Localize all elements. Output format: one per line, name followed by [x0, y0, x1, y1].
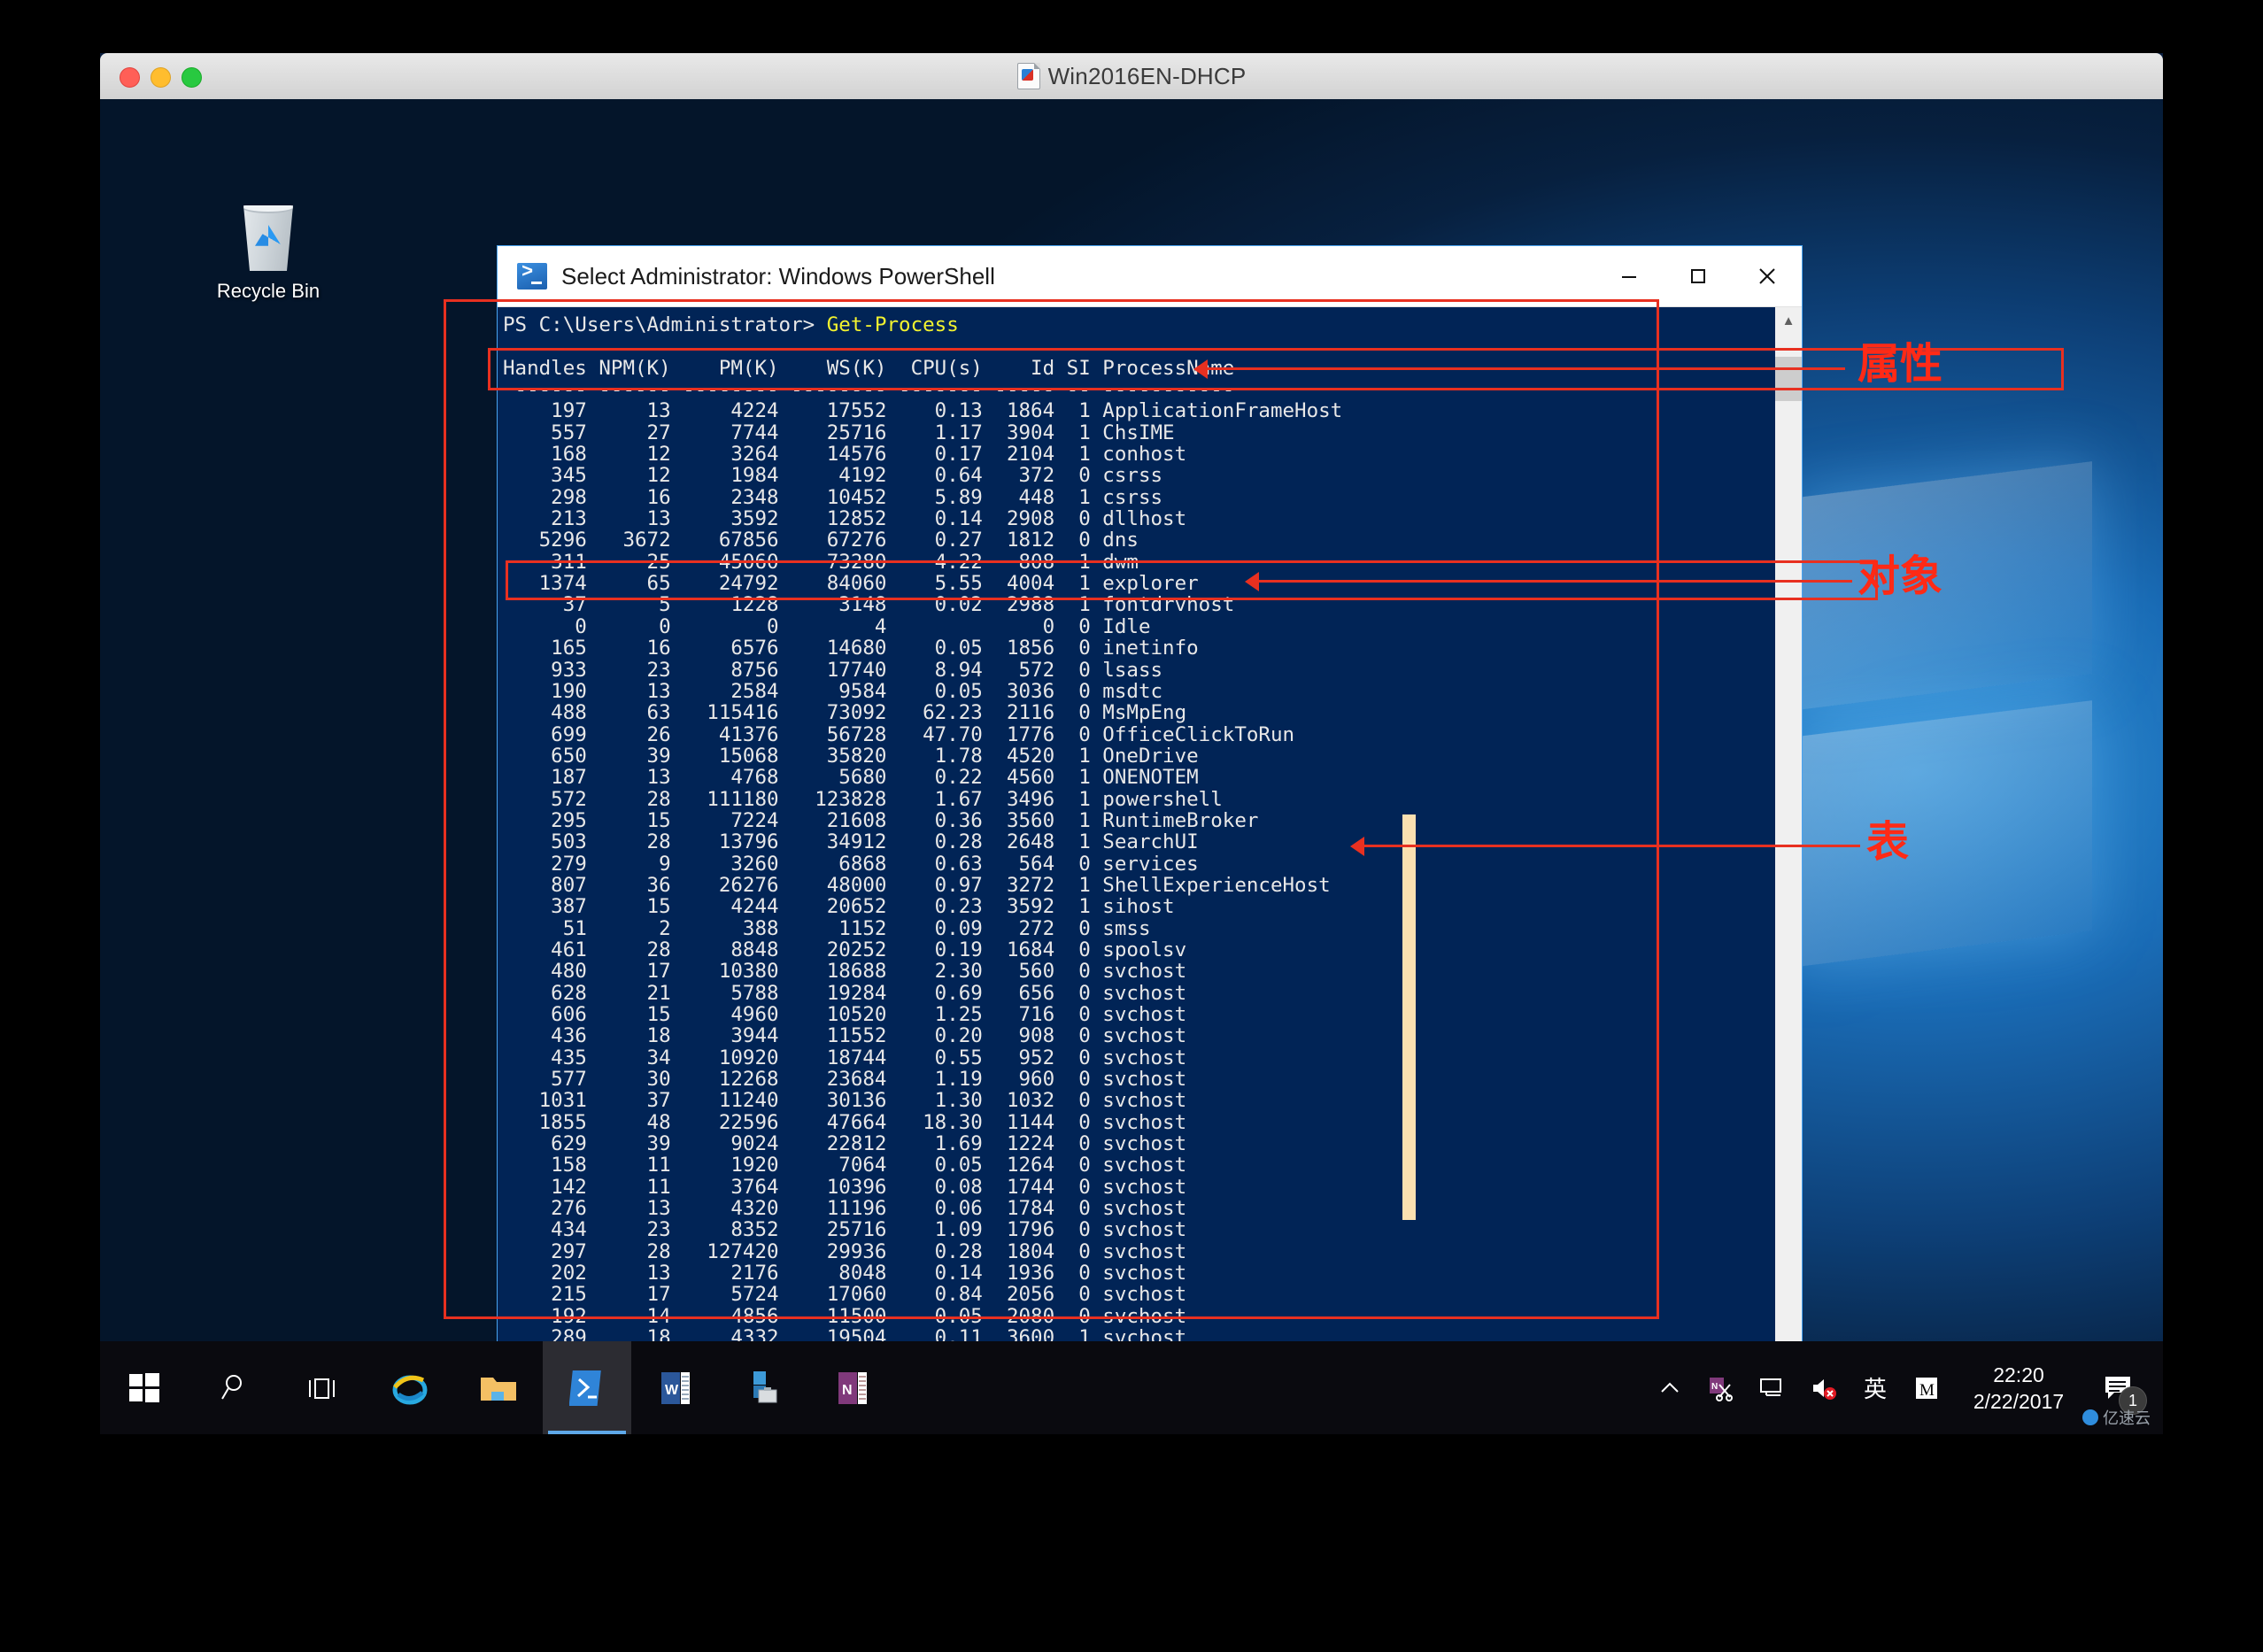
internet-explorer-button[interactable] [366, 1341, 454, 1434]
server-manager-button[interactable] [720, 1341, 808, 1434]
file-explorer-button[interactable] [454, 1341, 543, 1434]
svg-text:N: N [842, 1383, 853, 1398]
powershell-title-bar[interactable]: Select Administrator: Windows PowerShell [498, 246, 1802, 307]
ime-mode-indicator[interactable]: M [1901, 1341, 1952, 1434]
onenote-icon: N [838, 1371, 867, 1404]
scroll-up-icon[interactable]: ▲ [1775, 307, 1802, 334]
microsoft-onenote-button[interactable]: N [808, 1341, 897, 1434]
virtual-machine-window: Win2016EN-DHCP Recycle Bin Select Admini… [100, 53, 2163, 1434]
svg-text:M: M [1919, 1381, 1935, 1400]
maximize-button[interactable] [1664, 246, 1733, 306]
console-scrollbar[interactable]: ▲ ▼ [1775, 307, 1802, 1365]
mac-title-bar: Win2016EN-DHCP [100, 53, 2163, 100]
source-watermark: 亿速云 [2082, 1406, 2151, 1429]
annotation-box-table [444, 299, 1659, 1319]
source-watermark-text: 亿速云 [2103, 1409, 2151, 1427]
powershell-window-controls [1595, 246, 1802, 306]
powershell-icon [569, 1370, 601, 1406]
onenote-clipper-tray-icon[interactable]: N [1695, 1341, 1747, 1434]
start-button[interactable] [100, 1341, 189, 1434]
microsoft-word-button[interactable]: W [631, 1341, 720, 1434]
annotation-arrow-properties [1193, 359, 1208, 379]
show-hidden-icons-button[interactable] [1644, 1341, 1695, 1434]
vm-document-icon [1016, 63, 1040, 89]
close-button[interactable] [1733, 246, 1802, 306]
minimize-button[interactable] [1595, 246, 1664, 306]
network-icon [1760, 1378, 1781, 1396]
task-view-button[interactable] [277, 1341, 366, 1434]
chevron-up-icon [1661, 1382, 1679, 1393]
task-view-icon [309, 1378, 335, 1399]
mac-title-group: Win2016EN-DHCP [100, 53, 2163, 99]
windows-taskbar: W N N 英 M 22:20 2/22/2017 1 [100, 1341, 2163, 1434]
recycle-bin-icon [243, 205, 293, 271]
volume-muted-tray-icon[interactable] [1798, 1341, 1850, 1434]
annotation-label-properties: 属性 [1858, 339, 1943, 389]
vm-title: Win2016EN-DHCP [1047, 62, 1247, 89]
word-icon: W [661, 1371, 690, 1404]
ime-mode-icon: M [1916, 1377, 1937, 1400]
taskbar-clock[interactable]: 22:20 2/22/2017 [1952, 1362, 2085, 1415]
powershell-title: Select Administrator: Windows PowerShell [561, 262, 995, 289]
recycle-bin-label: Recycle Bin [216, 280, 321, 302]
network-tray-icon[interactable] [1747, 1341, 1798, 1434]
powershell-icon [517, 261, 547, 289]
volume-mute-icon [1813, 1378, 1836, 1400]
annotation-label-table: 表 [1866, 817, 1910, 867]
svg-text:W: W [665, 1383, 679, 1398]
windows-icon [129, 1372, 159, 1402]
search-button[interactable] [189, 1341, 277, 1434]
windows-powershell-button[interactable] [543, 1341, 631, 1434]
server-manager-icon [753, 1370, 777, 1402]
onenote-clipper-icon: N [1710, 1377, 1733, 1401]
folder-icon [481, 1377, 516, 1401]
wallpaper-pane-2 [1791, 700, 2092, 968]
svg-text:N: N [1711, 1382, 1718, 1392]
search-icon [221, 1374, 242, 1400]
annotation-arrow-object [1245, 572, 1259, 591]
windows-desktop: Recycle Bin Select Administrator: Window… [100, 99, 2163, 1434]
annotation-arrow-table [1350, 837, 1364, 856]
clock-time: 22:20 [1993, 1363, 2044, 1386]
annotation-label-object: 对象 [1858, 552, 1943, 601]
annotation-line-properties [1208, 367, 1845, 370]
internet-explorer-icon [392, 1375, 428, 1404]
annotation-line-table [1364, 845, 1860, 847]
desktop-icon-recycle-bin[interactable]: Recycle Bin [193, 205, 344, 303]
source-watermark-dot [2082, 1409, 2098, 1425]
annotation-line-object [1259, 580, 1852, 583]
ime-language-indicator[interactable]: 英 [1850, 1341, 1901, 1434]
clock-date: 2/22/2017 [1973, 1389, 2065, 1413]
